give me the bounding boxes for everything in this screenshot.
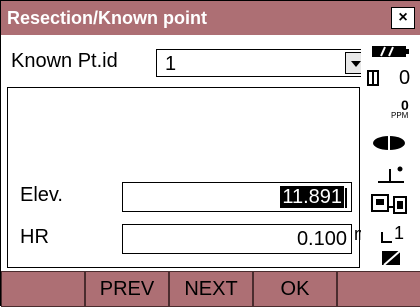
prev-button[interactable]: PREV — [85, 271, 169, 307]
input-panel: Elev. 11.891 HR 0.100 m — [7, 87, 369, 268]
softkey-1[interactable] — [1, 271, 85, 307]
next-button[interactable]: NEXT — [169, 271, 253, 307]
hr-label: HR — [20, 226, 49, 248]
text-cursor — [345, 187, 347, 208]
battery-icon — [369, 43, 413, 59]
input-mode-indicator: 1 — [375, 223, 409, 244]
status-sidebar: 0 0 PPM 1 — [361, 35, 420, 271]
elev-label: Elev. — [20, 184, 63, 206]
softkey-bar: PREV NEXT OK — [1, 271, 420, 307]
app-window: Resection/Known point × Known Pt.id 1 El… — [0, 0, 420, 307]
ppm-label: PPM — [391, 111, 409, 120]
known-point-value: 1 — [165, 53, 177, 75]
prism-icon — [371, 135, 411, 156]
elev-value: 11.891 — [280, 186, 344, 208]
window-title: Resection/Known point — [7, 8, 207, 28]
instrument-icon — [369, 193, 413, 222]
title-bar: Resection/Known point × — [1, 1, 420, 35]
known-point-select[interactable]: 1 — [156, 49, 368, 77]
known-point-label: Known Pt.id — [11, 50, 118, 72]
elev-field[interactable]: 11.891 — [122, 182, 352, 212]
hr-value: 0.100 — [296, 228, 347, 250]
input-mode-value: 1 — [393, 223, 404, 243]
prism-constant-icon — [363, 69, 383, 92]
prism-constant-value: 0 — [399, 67, 411, 89]
ok-button[interactable]: OK — [253, 271, 337, 307]
hr-field[interactable]: 0.100 — [122, 224, 352, 254]
known-point-row: Known Pt.id 1 — [9, 43, 368, 79]
close-button[interactable]: × — [391, 7, 415, 29]
softkey-5[interactable] — [337, 271, 420, 307]
tilt-icon — [375, 163, 409, 190]
